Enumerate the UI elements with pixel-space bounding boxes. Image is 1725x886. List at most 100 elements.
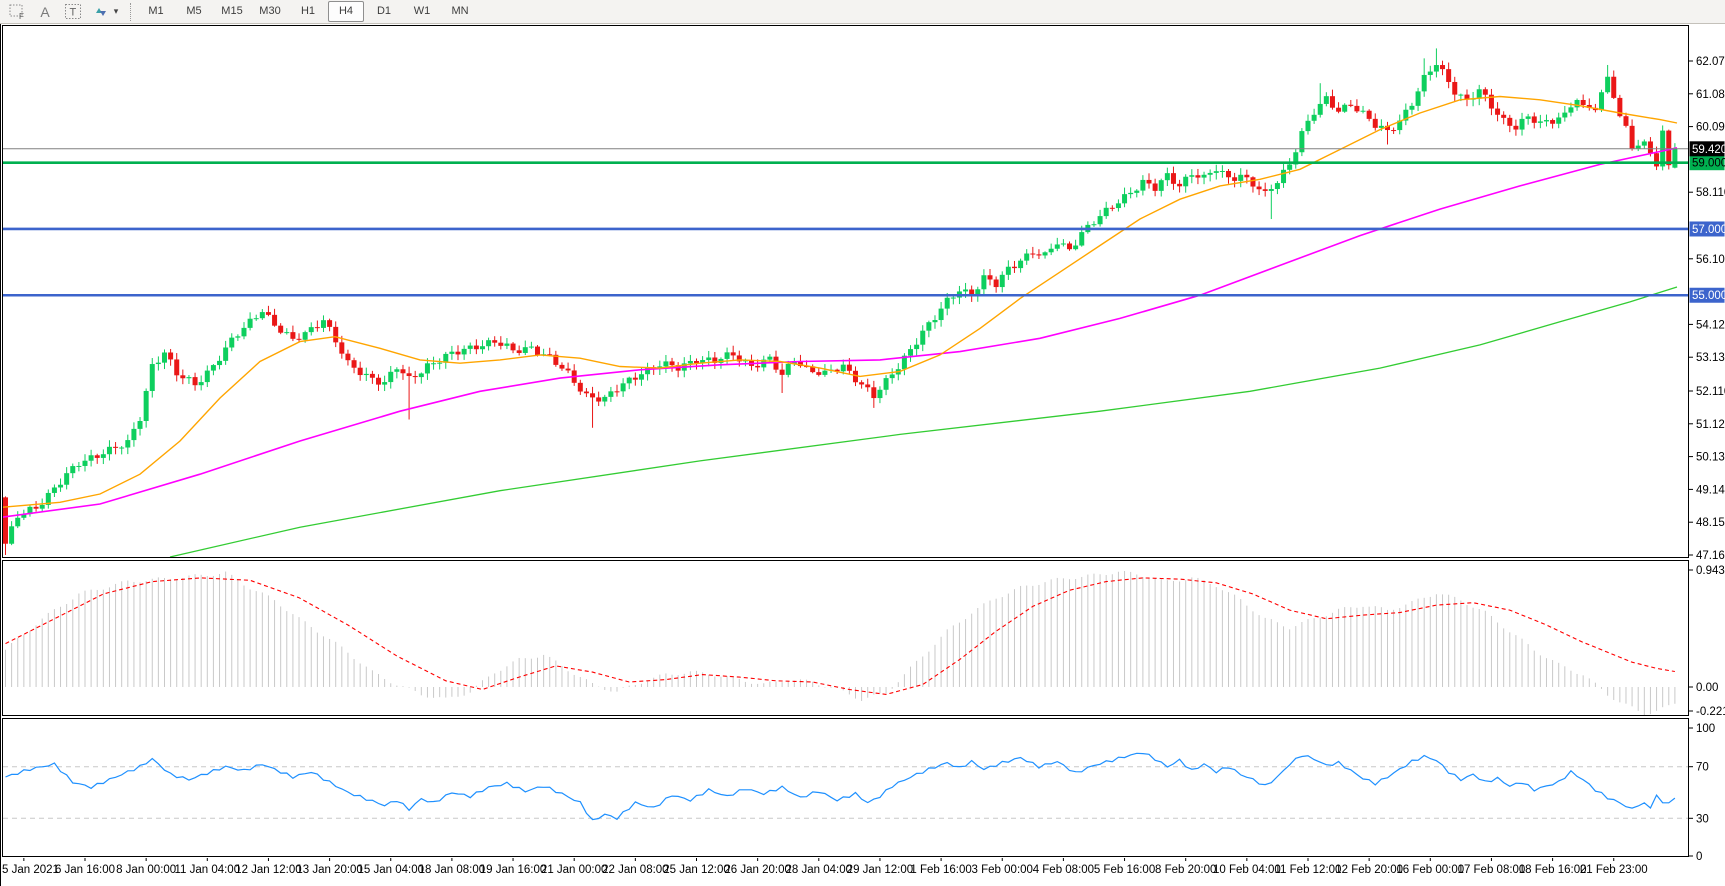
candle-body-down xyxy=(1012,267,1017,268)
time-tick-label: 18 Feb 16:00 xyxy=(1519,864,1587,876)
candle-body-down xyxy=(1440,65,1445,69)
chart-canvas[interactable]: 62.07061.08060.09058.11056.10054.12053.1… xyxy=(0,0,1725,886)
candle-body-down xyxy=(994,280,999,288)
candle-body-up xyxy=(1159,180,1164,191)
price-tick-label: 51.120 xyxy=(1696,419,1725,431)
candle-body-down xyxy=(1257,187,1262,190)
rsi-tick-label: 70 xyxy=(1696,762,1709,774)
candle-body-up xyxy=(1238,175,1243,181)
candle-body-down xyxy=(1666,131,1671,166)
candle-body-down xyxy=(1391,130,1396,131)
candle-body-down xyxy=(1232,177,1237,181)
candle-body-down xyxy=(498,343,503,346)
candle-body-up xyxy=(1043,252,1048,255)
time-tick-label: 22 Jan 08:00 xyxy=(602,864,669,876)
candle-body-down xyxy=(633,378,638,380)
candle-body-up xyxy=(186,377,191,378)
candle-body-up xyxy=(468,346,473,349)
candle-body-up xyxy=(1208,173,1213,175)
candle-body-up xyxy=(504,344,509,346)
candle-body-up xyxy=(1024,254,1029,261)
price-tick-label: 48.150 xyxy=(1696,517,1725,529)
candle-body-up xyxy=(211,365,216,371)
candle-body-down xyxy=(1354,106,1359,111)
candle-body-up xyxy=(1061,243,1066,244)
candle-body-up xyxy=(260,312,265,318)
candle-body-down xyxy=(272,315,277,326)
candle-body-up xyxy=(419,373,424,377)
candle-body-up xyxy=(877,390,882,398)
candle-body-down xyxy=(407,373,412,376)
candle-body-up xyxy=(303,332,308,340)
candle-body-up xyxy=(725,352,730,359)
candle-body-up xyxy=(150,364,155,391)
time-tick-label: 10 Feb 04:00 xyxy=(1213,864,1281,876)
candle-body-up xyxy=(1220,171,1225,172)
candle-body-up xyxy=(1275,183,1280,189)
candle-body-up xyxy=(945,298,950,309)
candle-body-up xyxy=(1091,224,1096,225)
candle-body-up xyxy=(382,382,387,385)
candle-body-up xyxy=(981,275,986,289)
rsi-axis: 10070300 xyxy=(1688,723,1715,863)
time-tick-label: 11 Feb 12:00 xyxy=(1275,864,1342,876)
candle-body-down xyxy=(345,354,350,361)
candle-body-up xyxy=(963,289,968,291)
time-tick-label: 5 Feb 16:00 xyxy=(1094,864,1155,876)
macd-panel[interactable] xyxy=(3,561,1689,716)
candle-body-up xyxy=(1575,100,1580,107)
candle-body-up xyxy=(1134,191,1139,193)
candle-body-down xyxy=(578,383,583,392)
price-tick-label: 47.160 xyxy=(1696,550,1725,562)
candle-body-down xyxy=(780,370,785,375)
time-tick-label: 11 Jan 04:00 xyxy=(174,864,240,876)
candle-body-up xyxy=(1140,180,1145,191)
candle-body-down xyxy=(1495,109,1500,115)
candle-body-down xyxy=(1501,115,1506,118)
candle-body-up xyxy=(786,364,791,375)
candle-body-up xyxy=(908,349,913,356)
candle-body-down xyxy=(1507,118,1512,126)
time-tick-label: 15 Jan 04:00 xyxy=(357,864,424,876)
candle-body-up xyxy=(388,372,393,382)
time-axis[interactable]: 5 Jan 20216 Jan 16:008 Jan 00:0011 Jan 0… xyxy=(2,858,1648,876)
candle-body-down xyxy=(297,339,302,340)
level-59-badge-label: 59.000 xyxy=(1692,158,1725,170)
price-tick-label: 62.070 xyxy=(1696,56,1725,68)
time-tick-label: 21 Feb 23:00 xyxy=(1580,864,1648,876)
candle-body-up xyxy=(70,466,75,473)
candle-body-up xyxy=(608,391,613,397)
candle-body-down xyxy=(180,375,185,378)
candle-body-down xyxy=(1195,175,1200,177)
candle-body-up xyxy=(1079,232,1084,245)
candle-body-up xyxy=(884,378,889,390)
candle-body-up xyxy=(199,382,204,385)
candle-body-up xyxy=(131,429,136,440)
candle-body-up xyxy=(64,473,69,485)
candle-body-up xyxy=(364,374,369,375)
main-chart-panel[interactable] xyxy=(3,26,1689,558)
candle-body-up xyxy=(76,466,81,467)
time-tick-label: 6 Jan 16:00 xyxy=(55,864,115,876)
candle-body-up xyxy=(890,374,895,378)
rsi-panel[interactable] xyxy=(3,719,1689,857)
candle-body-up xyxy=(1104,208,1109,216)
candle-body-up xyxy=(1636,146,1641,149)
candle-body-up xyxy=(920,331,925,345)
macd-axis: 0.94340.00-0.2213 xyxy=(1688,565,1725,718)
trading-terminal-window: F A T ▾ M1M5M15M30H1H4D1W1MN ▼USOil-,H45… xyxy=(0,0,1725,886)
candle-body-down xyxy=(333,327,338,342)
candle-body-up xyxy=(914,345,919,349)
candle-body-down xyxy=(174,359,179,375)
candle-body-down xyxy=(871,387,876,398)
candle-body-down xyxy=(1171,173,1176,184)
candle-body-down xyxy=(358,368,363,375)
candle-body-up xyxy=(1416,91,1421,105)
candle-body-up xyxy=(1202,175,1207,178)
time-tick-label: 8 Feb 20:00 xyxy=(1155,864,1216,876)
candle-body-up xyxy=(480,346,485,349)
candle-body-up xyxy=(205,371,210,383)
candle-body-down xyxy=(352,360,357,368)
candle-body-up xyxy=(1000,275,1005,287)
candle-body-up xyxy=(425,363,430,373)
